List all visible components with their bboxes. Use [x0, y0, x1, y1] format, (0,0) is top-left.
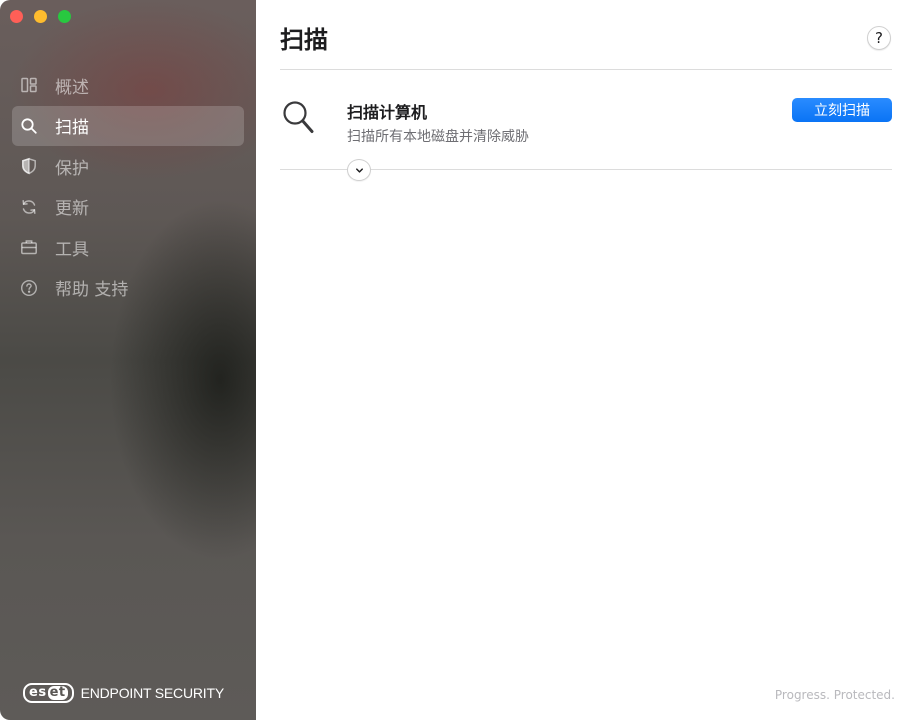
expand-button[interactable]	[347, 159, 371, 181]
scan-card-title: 扫描计算机	[347, 103, 428, 122]
sidebar-nav: 概述 扫描 保护 更新 工具 帮助 支持	[12, 65, 244, 309]
sidebar-item-scan[interactable]: 扫描	[12, 105, 244, 146]
card-divider	[280, 169, 892, 170]
sidebar-item-tools[interactable]: 工具	[12, 227, 244, 267]
logo-et-text: et	[47, 685, 68, 700]
sidebar-item-label: 概述	[55, 77, 89, 98]
page-title: 扫描	[280, 26, 328, 54]
product-name: ENDPOINT SECURITY	[80, 685, 225, 701]
search-icon	[19, 116, 39, 136]
shield-icon	[19, 156, 39, 176]
scan-card-description: 扫描所有本地磁盘并清除威胁	[347, 129, 529, 145]
eset-logo: es et	[23, 683, 74, 703]
logo-es-text: es	[29, 685, 47, 700]
sidebar-item-label: 更新	[55, 199, 89, 220]
overview-icon	[19, 75, 39, 95]
question-circle-icon	[19, 278, 39, 298]
help-button[interactable]: ?	[867, 26, 891, 50]
sidebar-item-label: 工具	[55, 239, 89, 260]
scan-now-button[interactable]: 立刻扫描	[792, 98, 892, 122]
app-window: 概述 扫描 保护 更新 工具 帮助 支持 es et ENDPOINT SECU…	[0, 0, 916, 720]
header-divider	[280, 69, 892, 70]
brand-logo: es et ENDPOINT SECURITY	[23, 683, 224, 703]
sidebar-item-help[interactable]: 帮助 支持	[12, 268, 244, 308]
footer-tagline: Progress. Protected.	[774, 688, 895, 702]
sidebar-item-label: 保护	[55, 158, 89, 179]
sidebar-item-update[interactable]: 更新	[12, 187, 244, 227]
magnifier-icon	[282, 100, 316, 136]
main-content: 扫描 ? 扫描计算机 扫描所有本地磁盘并清除威胁 立刻扫描 Progress. …	[256, 0, 916, 720]
sidebar-item-label: 扫描	[55, 118, 89, 139]
sidebar: 概述 扫描 保护 更新 工具 帮助 支持 es et ENDPOINT SECU…	[0, 0, 256, 720]
close-window-button[interactable]	[10, 10, 23, 23]
sidebar-item-label: 帮助 支持	[55, 280, 129, 301]
minimize-window-button[interactable]	[34, 10, 47, 23]
toolbox-icon	[19, 237, 39, 257]
chevron-down-icon	[354, 161, 365, 180]
sidebar-item-overview[interactable]: 概述	[12, 65, 244, 105]
zoom-window-button[interactable]	[58, 10, 71, 23]
refresh-icon	[19, 197, 39, 217]
sidebar-item-protection[interactable]: 保护	[12, 146, 244, 186]
